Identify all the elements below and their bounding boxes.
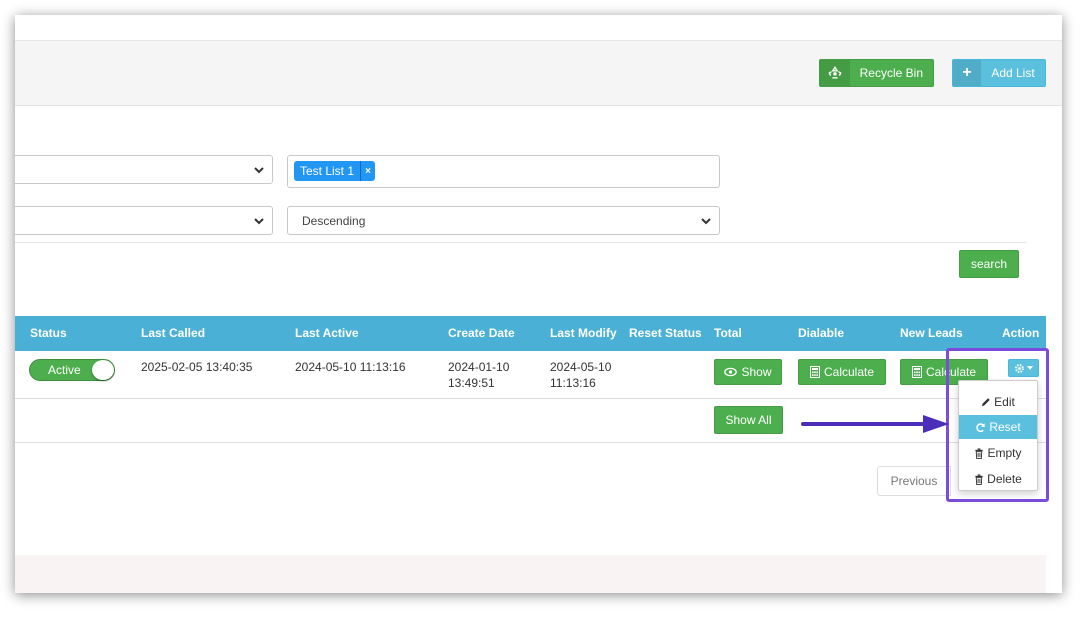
- th-last-active: Last Active: [295, 326, 359, 340]
- filter-select-2[interactable]: [15, 206, 273, 235]
- th-status: Status: [30, 326, 67, 340]
- calculator-icon: [911, 366, 922, 378]
- list-tag-input[interactable]: Test List 1 ×: [287, 155, 720, 188]
- show-all-button[interactable]: Show All: [714, 406, 783, 434]
- annotation-highlight-box: [946, 348, 1049, 502]
- th-action: Action: [1002, 326, 1040, 340]
- add-list-button[interactable]: + Add List: [952, 59, 1046, 87]
- recycle-icon: [820, 60, 850, 86]
- pagination-previous[interactable]: Previous: [877, 466, 951, 496]
- dialable-calculate-button[interactable]: Calculate: [798, 359, 886, 385]
- th-create-date: Create Date: [448, 326, 515, 340]
- order-select[interactable]: Descending: [287, 206, 720, 235]
- th-total: Total: [714, 326, 742, 340]
- cell-last-modify-time: 11:13:16: [550, 376, 596, 390]
- search-button[interactable]: search: [959, 250, 1019, 278]
- cell-last-called: 2025-02-05 13:40:35: [141, 360, 253, 374]
- th-reset-status: Reset Status: [629, 326, 702, 340]
- th-new-leads: New Leads: [900, 326, 963, 340]
- status-toggle-label: Active: [48, 363, 81, 377]
- status-toggle[interactable]: Active: [29, 359, 115, 381]
- dialable-calculate-label: Calculate: [823, 365, 875, 379]
- app-window: Recycle Bin + Add List Test List 1 × Des…: [15, 15, 1062, 593]
- total-show-label: Show: [741, 365, 772, 379]
- eye-icon: [724, 367, 738, 377]
- pagination-previous-label: Previous: [890, 474, 938, 488]
- cell-create-date: 2024-01-10: [448, 360, 510, 374]
- table-header: Status Last Called Last Active Create Da…: [15, 316, 1046, 351]
- annotation-arrow-icon: [801, 415, 949, 433]
- add-list-label: Add List: [991, 66, 1035, 80]
- row-divider: [15, 442, 1046, 443]
- recycle-bin-button[interactable]: Recycle Bin: [819, 59, 934, 87]
- show-all-label: Show All: [725, 413, 772, 427]
- list-tag-label: Test List 1: [300, 164, 355, 178]
- top-bar: [15, 15, 1062, 41]
- chevron-down-icon: [701, 218, 711, 225]
- calculator-icon: [809, 366, 820, 378]
- toggle-knob: [92, 360, 114, 380]
- remove-tag-icon[interactable]: ×: [360, 161, 375, 181]
- total-show-button[interactable]: Show: [714, 359, 782, 385]
- th-last-called: Last Called: [141, 326, 206, 340]
- th-dialable: Dialable: [798, 326, 845, 340]
- chevron-down-icon: [254, 218, 264, 225]
- filter-divider: [15, 242, 1026, 243]
- plus-icon: +: [953, 60, 981, 86]
- search-label: search: [970, 257, 1008, 271]
- cell-last-modify: 2024-05-10: [550, 360, 612, 374]
- list-tag-test-list-1[interactable]: Test List 1 ×: [294, 161, 376, 181]
- row-divider: [15, 398, 1046, 399]
- th-last-modify: Last Modify: [550, 326, 617, 340]
- cell-create-time: 13:49:51: [448, 376, 495, 390]
- chevron-down-icon: [254, 167, 264, 174]
- page-header: Recycle Bin + Add List: [15, 41, 1062, 106]
- filter-select-1[interactable]: [15, 155, 273, 184]
- order-select-value: Descending: [302, 213, 366, 228]
- page-footer: [15, 555, 1046, 593]
- cell-last-active: 2024-05-10 11:13:16: [295, 360, 406, 374]
- recycle-bin-label: Recycle Bin: [859, 66, 923, 80]
